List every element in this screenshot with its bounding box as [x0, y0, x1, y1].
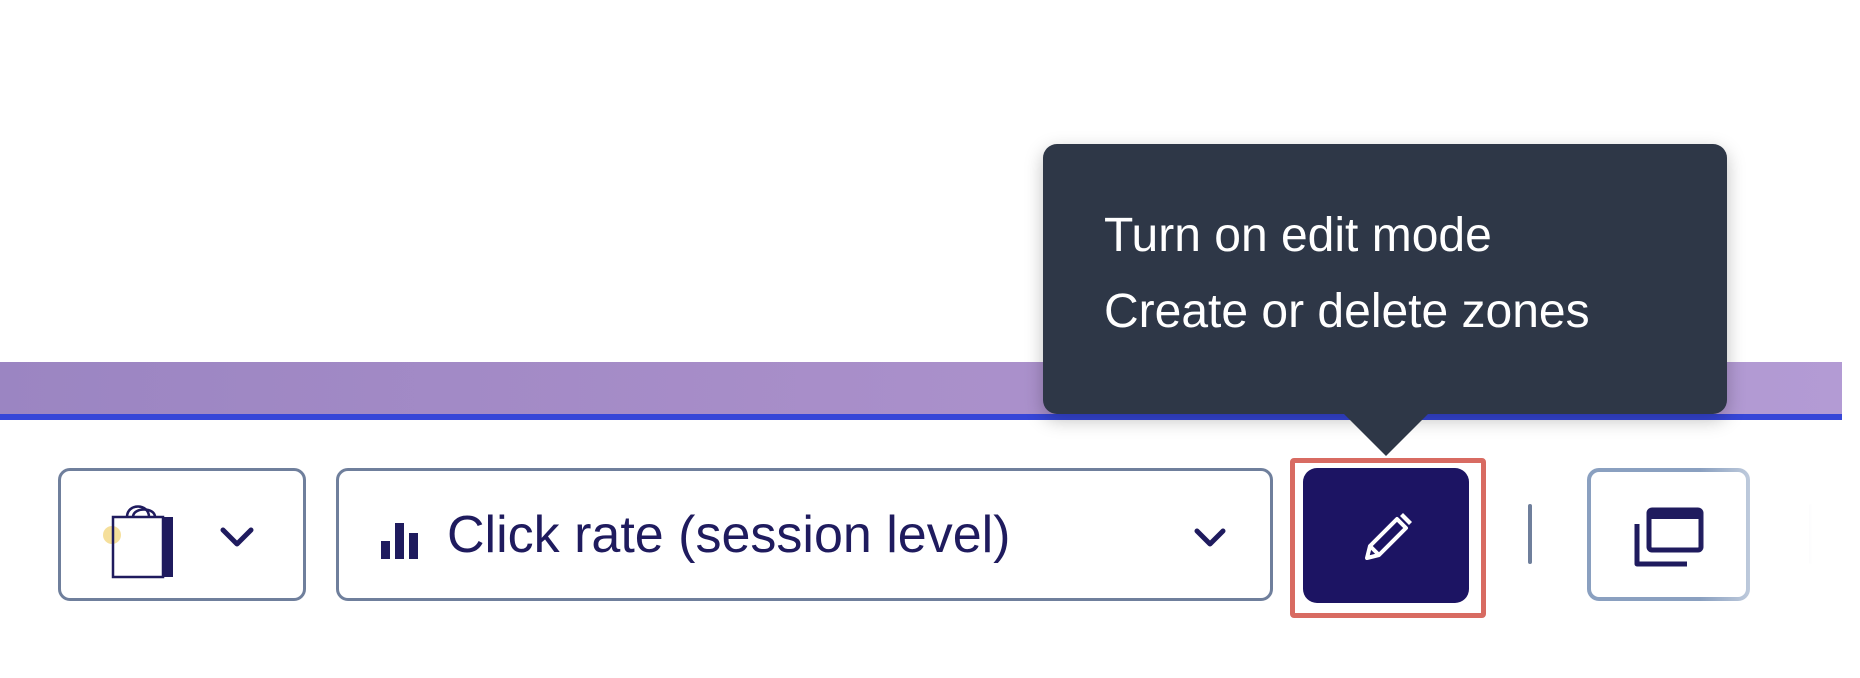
chevron-down-icon [1194, 528, 1226, 547]
copy-button[interactable] [1587, 468, 1750, 601]
chevron-down-icon [220, 527, 254, 547]
copy-windows-icon [1634, 507, 1704, 567]
metric-select[interactable]: Click rate (session level) [336, 468, 1273, 601]
tooltip-title: Turn on edit mode [1104, 209, 1492, 262]
bar-chart-icon [381, 523, 418, 559]
page-background [0, 632, 1860, 678]
pencil-icon [1365, 513, 1412, 560]
tooltip-description: Create or delete zones [1104, 285, 1590, 338]
page-type-select[interactable] [58, 468, 306, 601]
toolbar-divider [1809, 504, 1813, 564]
tooltip-arrow [1342, 412, 1430, 456]
edit-mode-tooltip: Turn on edit mode Create or delete zones [1043, 144, 1727, 414]
toolbar-divider [1528, 504, 1532, 564]
shopping-bag-icon [103, 505, 173, 579]
edit-mode-button[interactable] [1303, 468, 1469, 603]
metric-select-label: Click rate (session level) [447, 506, 1011, 564]
